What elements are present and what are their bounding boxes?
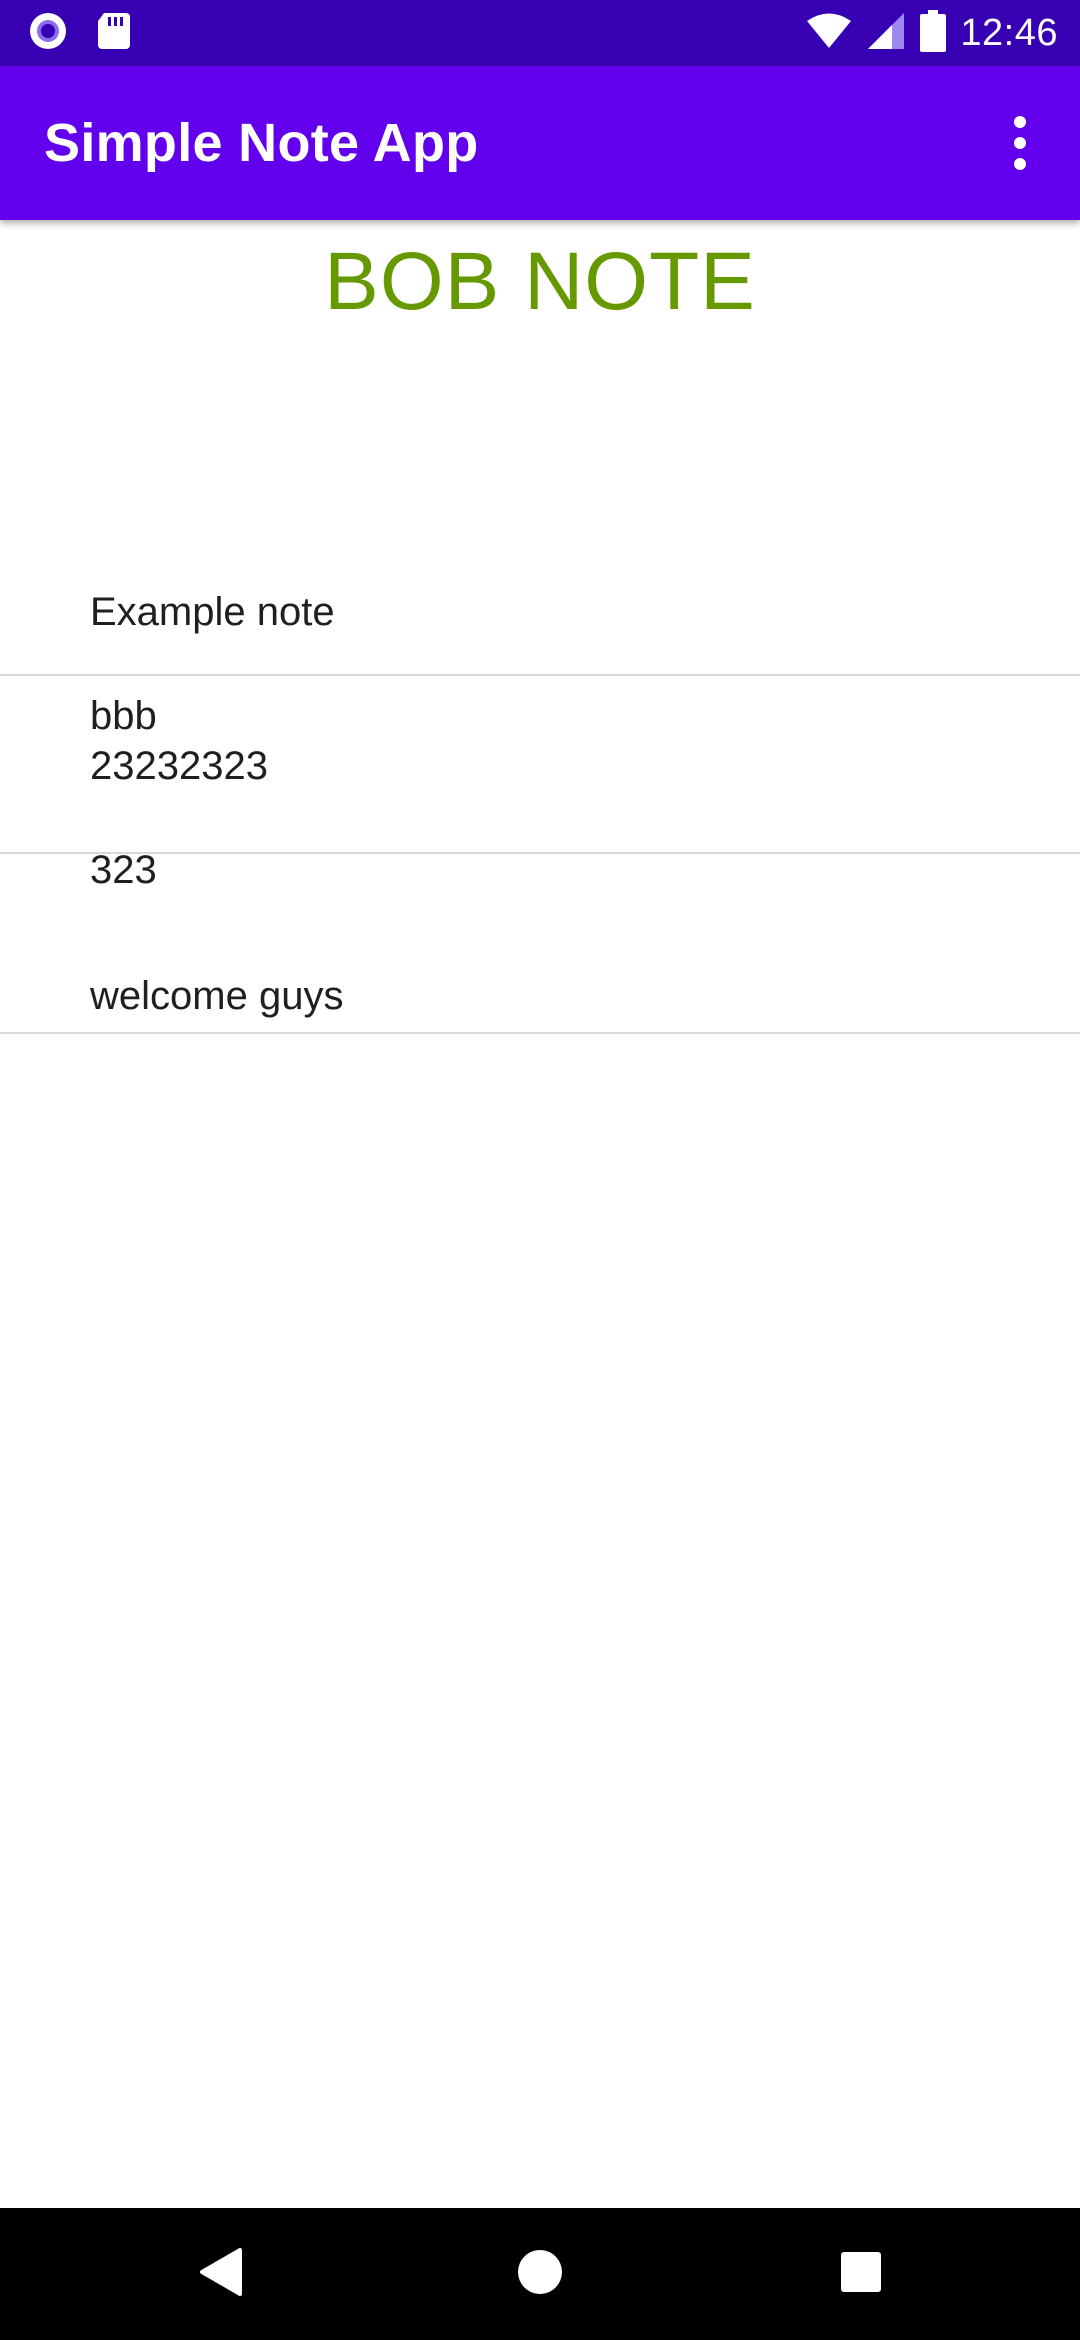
recents-icon	[840, 2251, 882, 2298]
note-item[interactable]: 23232323 323	[0, 676, 1080, 892]
back-button[interactable]	[141, 2208, 301, 2340]
battery-icon	[920, 9, 947, 57]
recents-button[interactable]	[781, 2208, 941, 2340]
home-button[interactable]	[460, 2208, 620, 2340]
signal-icon	[866, 11, 906, 56]
status-right-icons: 12:46	[806, 8, 1058, 58]
note-item[interactable]: welcome guys	[0, 854, 1080, 1034]
note-line: 23232323	[90, 744, 268, 788]
status-left-icons	[26, 10, 132, 56]
back-icon	[198, 2247, 244, 2302]
note-line: welcome guys	[90, 974, 344, 1018]
status-time: 12:46	[960, 11, 1058, 54]
home-icon	[516, 2248, 564, 2301]
note-item[interactable]: Example note bbb	[0, 498, 1080, 738]
note-line: Example note	[90, 590, 335, 634]
more-vert-icon	[1014, 116, 1026, 170]
app-title: Simple Note App	[44, 113, 479, 173]
record-icon	[26, 9, 70, 58]
wifi-icon	[806, 12, 852, 55]
note-text: welcome guys	[90, 918, 343, 1022]
status-bar: 12:46	[0, 0, 1080, 66]
note-list: Example note bbb 23232323 323 welcome gu…	[0, 498, 1080, 1034]
page-heading: BOB NOTE	[324, 236, 756, 327]
navigation-bar	[0, 2208, 1080, 2340]
app-bar: Simple Note App	[0, 66, 1080, 220]
sd-card-icon	[96, 11, 132, 56]
overflow-menu-button[interactable]	[960, 66, 1080, 220]
